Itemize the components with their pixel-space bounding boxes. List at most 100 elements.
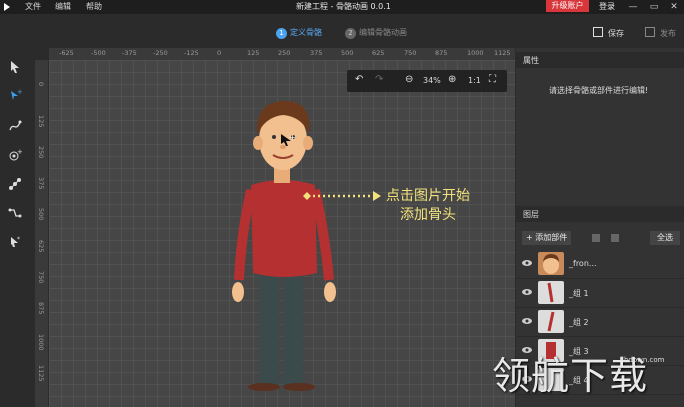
- ruler-tick: 250: [37, 146, 45, 159]
- menu-file[interactable]: 文件: [25, 1, 41, 12]
- step-label: 定义骨骼: [290, 28, 322, 37]
- publish-icon: [645, 27, 655, 37]
- publish-button[interactable]: 发布: [645, 27, 676, 39]
- undo-icon[interactable]: ↶: [355, 74, 363, 85]
- step-number: 2: [345, 28, 356, 39]
- ruler-tick: -500: [91, 49, 106, 57]
- ruler-tick: 875: [37, 302, 45, 315]
- ruler-tick: 375: [310, 49, 323, 57]
- properties-hint: 请选择骨骼或部件进行编辑!: [549, 86, 649, 95]
- add-bone-icon[interactable]: +: [8, 88, 22, 102]
- path-icon[interactable]: [8, 206, 22, 220]
- upgrade-account-button[interactable]: 升级账户: [546, 0, 589, 12]
- ruler-tick: 750: [404, 49, 417, 57]
- drawing-canvas[interactable]: ↶ ↷ ⊖ 34% ⊕ 1:1 ⛶ + 点击图片开始 添加骨头: [49, 60, 515, 407]
- ruler-tick: 875: [435, 49, 448, 57]
- layer-item[interactable]: _fron...: [516, 250, 684, 279]
- close-icon[interactable]: ✕: [669, 2, 679, 12]
- vertical-ruler: 0 125 250 375 500 625 750 875 1000 1125: [35, 60, 48, 407]
- plus-icon: +: [526, 233, 536, 242]
- step-define-bones[interactable]: 1 定义骨骼: [276, 27, 322, 39]
- ruler-tick: 1000: [467, 49, 484, 57]
- tool-bar: + + *: [0, 48, 30, 407]
- ruler-tick: 1000: [37, 334, 45, 351]
- svg-text:+: +: [17, 148, 22, 156]
- publish-label: 发布: [660, 29, 676, 38]
- ruler-tick: -250: [153, 49, 168, 57]
- layer-name: _组 2: [569, 318, 589, 327]
- redo-icon[interactable]: ↷: [375, 74, 383, 85]
- bone-chain-icon[interactable]: [8, 177, 22, 191]
- ruler-tick: 0: [37, 82, 45, 87]
- ruler-tick: 0: [217, 49, 222, 57]
- menu-bar: 文件 编辑 帮助 新建工程 - 骨骼动画 0.0.1 升级账户 登录 — ▭ ✕: [0, 0, 684, 14]
- menu-edit[interactable]: 编辑: [55, 1, 71, 12]
- properties-header: 属性: [516, 52, 684, 68]
- ruler-tick: 750: [37, 271, 45, 284]
- canvas-hint: 点击图片开始 添加骨头: [386, 187, 470, 225]
- layer-name: _组 1: [569, 289, 589, 298]
- layers-title: 图层: [523, 210, 539, 219]
- cursor-icon: +: [281, 133, 295, 146]
- actual-size-button[interactable]: 1:1: [468, 76, 481, 85]
- add-part-label: 添加部件: [535, 233, 568, 242]
- step-number: 1: [276, 28, 287, 39]
- save-icon: [593, 27, 603, 37]
- minimize-icon[interactable]: —: [628, 2, 638, 12]
- svg-text:*: *: [17, 236, 20, 243]
- select-arrow-icon[interactable]: [8, 60, 22, 74]
- layer-item[interactable]: _组 1: [516, 279, 684, 308]
- layer-thumbnail: [538, 310, 564, 333]
- eye-icon[interactable]: [522, 317, 532, 325]
- add-part-button[interactable]: + 添加部件: [522, 231, 572, 245]
- layer-item[interactable]: _组 2: [516, 308, 684, 337]
- zoom-toolbar: ↶ ↷ ⊖ 34% ⊕ 1:1 ⛶: [347, 70, 507, 92]
- horizontal-ruler: -625 -500 -375 -250 -125 0 125 250 375 5…: [49, 48, 515, 60]
- maximize-icon[interactable]: ▭: [649, 2, 659, 12]
- zoom-out-icon[interactable]: ⊖: [405, 74, 413, 85]
- step-edit-animation[interactable]: 2 编辑骨骼动画: [345, 27, 407, 39]
- ruler-tick: 125: [37, 115, 45, 128]
- svg-text:+: +: [17, 88, 22, 96]
- ruler-tick: 500: [37, 208, 45, 221]
- watermark: 领航下载: [492, 354, 649, 398]
- ruler-tick: 625: [372, 49, 385, 57]
- delete-icon[interactable]: [611, 234, 619, 242]
- layer-name: _fron...: [569, 259, 597, 268]
- eye-icon[interactable]: [522, 259, 532, 267]
- watermark-url: lhdown.com: [622, 356, 665, 364]
- menu-help[interactable]: 帮助: [86, 1, 102, 12]
- ruler-tick: -125: [184, 49, 199, 57]
- ruler-tick: 625: [37, 240, 45, 253]
- ruler-tick: 375: [37, 177, 45, 190]
- login-button[interactable]: 登录: [599, 1, 615, 12]
- save-button[interactable]: 保存: [593, 27, 624, 39]
- layer-actions: + 添加部件 全选: [516, 230, 684, 248]
- curve-bone-icon[interactable]: [8, 119, 22, 133]
- hint-line-1: 点击图片开始: [386, 188, 470, 204]
- ruler-tick: 250: [278, 49, 291, 57]
- app-logo-icon: [4, 3, 10, 11]
- step-bar: 1 定义骨骼 2 编辑骨骼动画 保存 发布: [0, 22, 684, 44]
- zoom-in-icon[interactable]: ⊕: [448, 74, 456, 85]
- ruler-tick: -625: [59, 49, 74, 57]
- fullscreen-icon[interactable]: ⛶: [489, 74, 496, 85]
- layer-thumbnail: [538, 281, 564, 304]
- window-title: 新建工程 - 骨骼动画 0.0.1: [296, 2, 391, 11]
- save-label: 保存: [608, 29, 624, 38]
- group-icon[interactable]: [592, 234, 600, 242]
- ruler-tick: 1125: [37, 365, 45, 382]
- hint-arrow: [303, 191, 381, 201]
- select-bone-icon[interactable]: *: [8, 235, 22, 249]
- ruler-tick: 500: [341, 49, 354, 57]
- eye-icon[interactable]: [522, 288, 532, 296]
- ruler-tick: 1125: [494, 49, 511, 57]
- hint-line-2: 添加骨头: [400, 207, 456, 223]
- select-all-button[interactable]: 全选: [650, 231, 680, 245]
- properties-title: 属性: [523, 56, 539, 65]
- svg-text:+: +: [289, 133, 295, 142]
- ruler-tick: -375: [122, 49, 137, 57]
- layers-header: 图层: [516, 206, 684, 222]
- add-point-icon[interactable]: +: [8, 148, 22, 162]
- step-label: 编辑骨骼动画: [359, 28, 407, 37]
